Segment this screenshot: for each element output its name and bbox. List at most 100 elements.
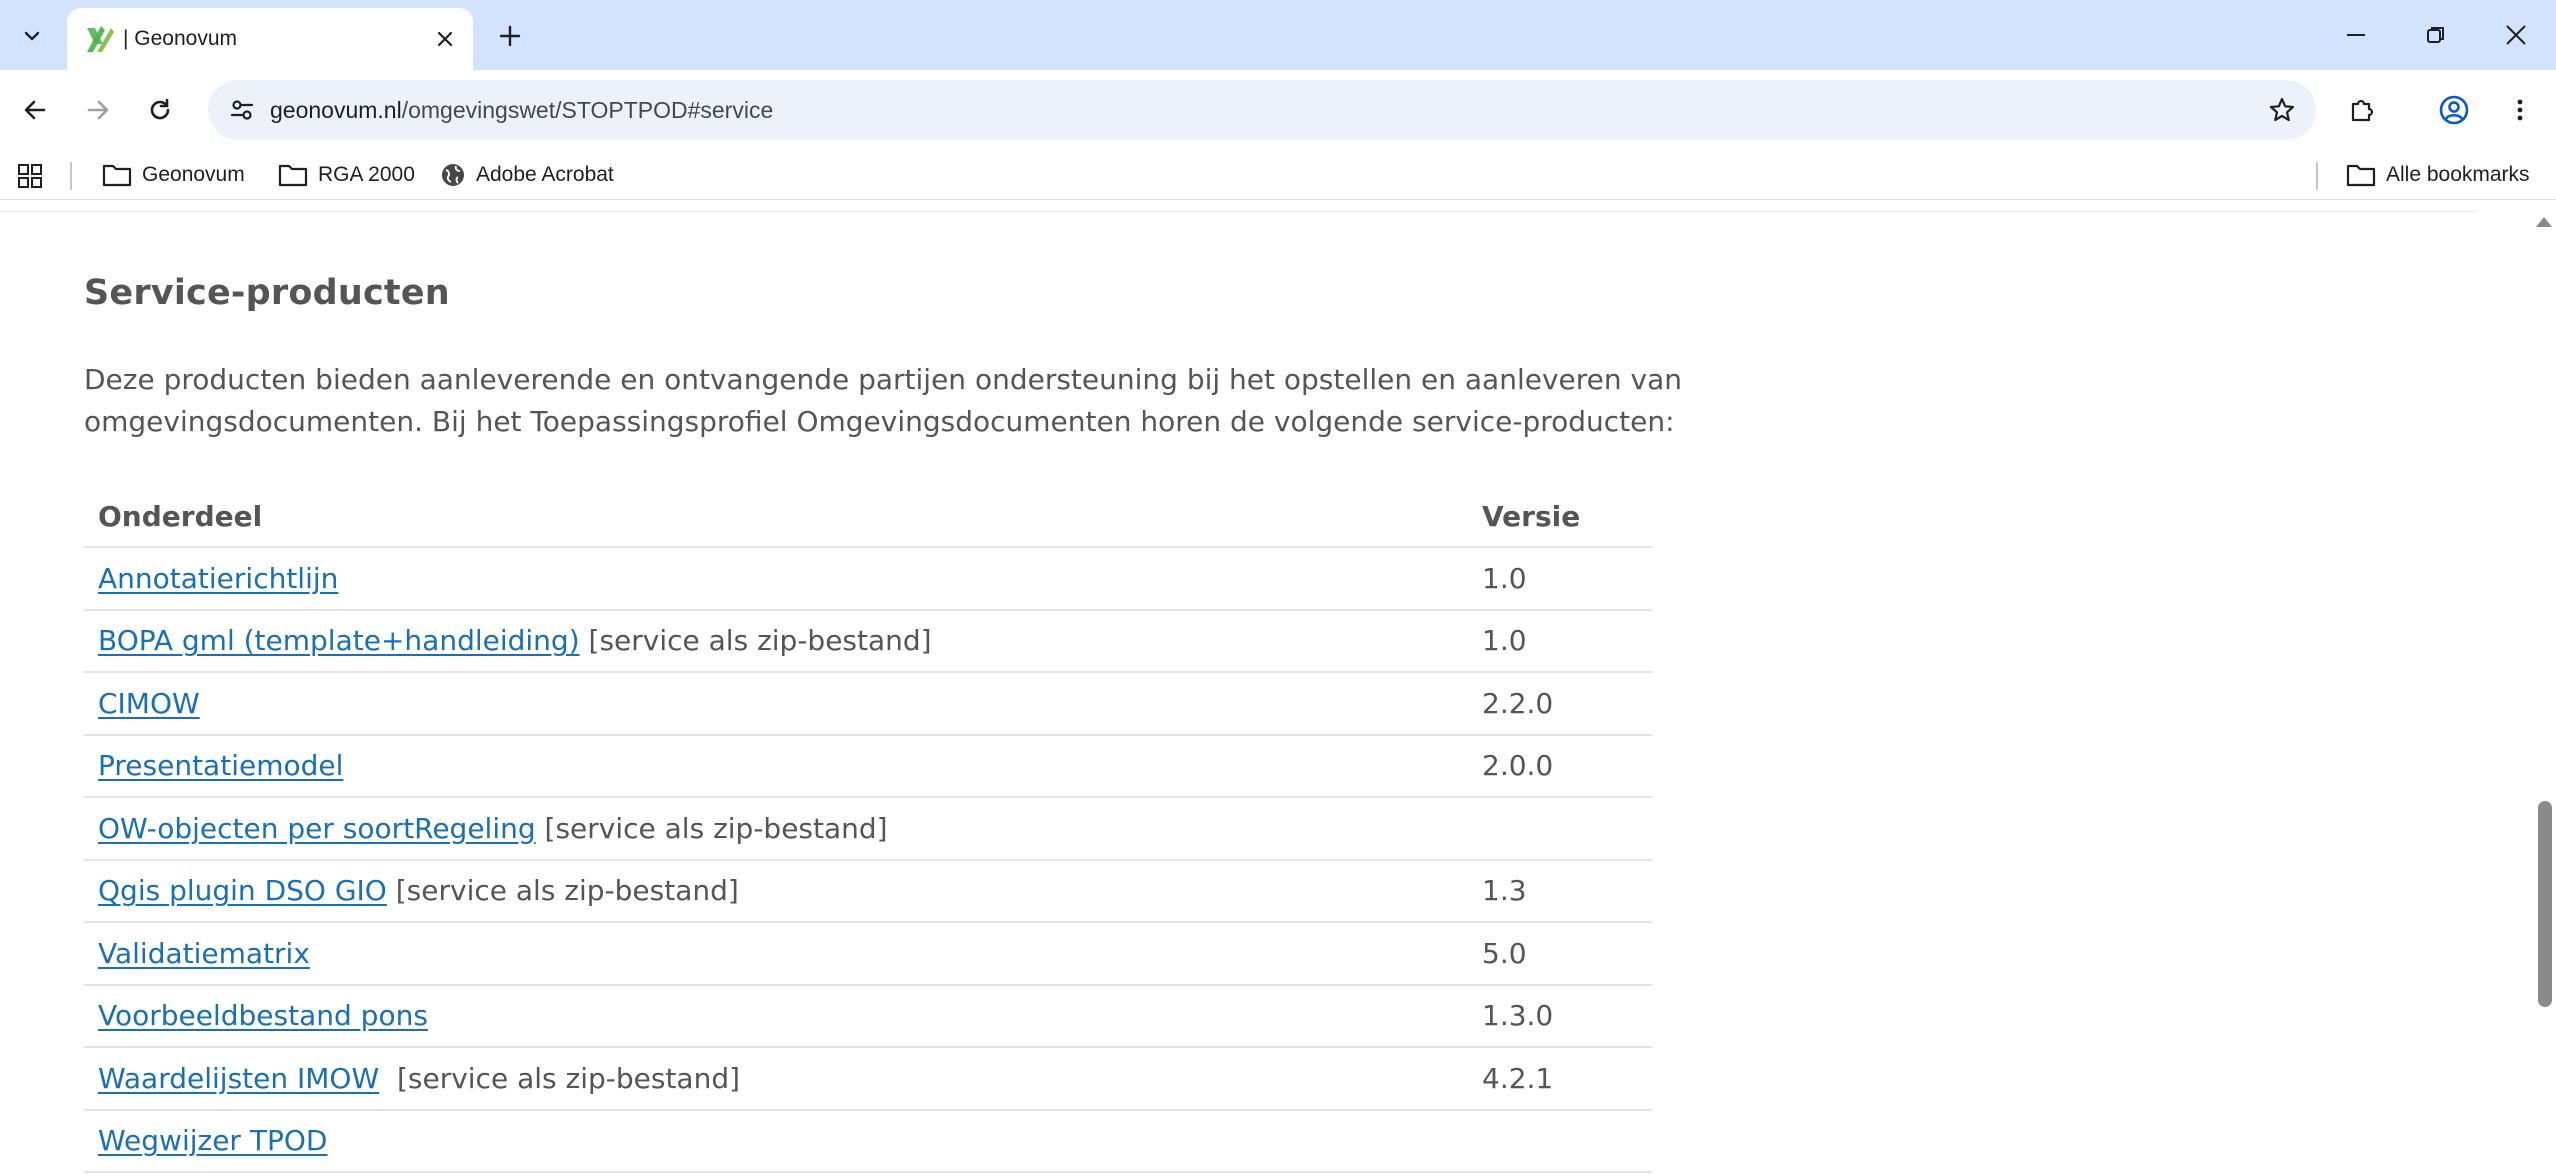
reload-button[interactable] — [136, 86, 184, 134]
tune-icon — [230, 100, 254, 120]
url-host: geonovum.nl — [270, 97, 402, 123]
apps-button[interactable] — [14, 160, 46, 192]
restore-icon — [2427, 27, 2444, 43]
onderdeel-cell: Presentatiemodel — [84, 734, 1468, 798]
new-tab-button[interactable] — [490, 16, 530, 56]
product-note: [service als zip-bestand] — [386, 874, 739, 908]
onderdeel-cell: OW-objecten per soortRegeling [service a… — [84, 797, 1468, 861]
table-row: CIMOW 2.2.0 — [84, 672, 1652, 736]
arrow-right-icon — [87, 100, 109, 120]
folder-icon — [2346, 164, 2376, 187]
reload-icon — [150, 98, 170, 120]
profile-button[interactable] — [2430, 86, 2478, 134]
folder-icon — [278, 164, 308, 187]
star-icon — [2269, 97, 2295, 122]
bookmark-geonovum[interactable]: Geonovum — [94, 156, 253, 194]
table-row: OW-objecten per soortRegeling [service a… — [84, 797, 1652, 861]
version-cell: 2.2.0 — [1468, 672, 1652, 736]
bookmark-adobe-acrobat[interactable]: Adobe Acrobat — [432, 156, 622, 194]
product-note: [service als zip-bestand] — [535, 811, 888, 845]
more-vert-icon — [2517, 99, 2523, 121]
table-row: BOPA gml (template+handleiding) [service… — [84, 609, 1652, 673]
apps-grid-icon — [18, 164, 42, 188]
site-info-button[interactable] — [222, 90, 262, 130]
bookmark-rga-2000[interactable]: RGA 2000 — [270, 156, 423, 194]
chevron-down-icon — [24, 31, 40, 41]
plus-icon — [499, 25, 521, 47]
puzzle-icon — [2351, 99, 2374, 122]
table-row: Wegwijzer TPOD — [84, 1109, 1652, 1173]
active-tab[interactable]: | Geonovum — [67, 8, 473, 70]
bookmark-star-button[interactable] — [2262, 90, 2302, 130]
product-link[interactable]: Waardelijsten IMOW — [98, 1062, 379, 1095]
page-scrollbar[interactable] — [2532, 211, 2556, 1174]
folder-icon — [102, 164, 132, 187]
close-icon — [437, 31, 453, 47]
product-link[interactable]: BOPA gml (template+handleiding) — [98, 624, 580, 657]
table-row: Waardelijsten IMOW [service als zip-best… — [84, 1047, 1652, 1111]
browser-toolbar: geonovum.nl/omgevingswet/STOPTPOD#servic… — [0, 70, 2556, 150]
page-content: Service-producten Deze producten bieden … — [0, 211, 2556, 1174]
intro-paragraph: Deze producten bieden aanleverende en on… — [84, 363, 1683, 438]
tab-close-button[interactable] — [427, 21, 463, 57]
table-row: Annotatierichtlijn 1.0 — [84, 547, 1652, 611]
version-cell: 1.3 — [1468, 859, 1652, 923]
geonovum-favicon-icon — [87, 26, 114, 52]
version-cell: 4.2.1 — [1468, 1047, 1652, 1111]
scroll-up-arrow-icon[interactable] — [2536, 217, 2552, 227]
version-cell: 2.0.0 — [1468, 734, 1652, 798]
arrow-left-icon — [24, 100, 46, 120]
minimize-icon — [2347, 34, 2365, 36]
version-cell: 1.3.0 — [1468, 984, 1652, 1048]
table-row: Presentatiemodel 2.0.0 — [84, 734, 1652, 798]
scrollbar-thumb[interactable] — [2538, 801, 2552, 1007]
url-text[interactable]: geonovum.nl/omgevingswet/STOPTPOD#servic… — [270, 80, 773, 140]
tab-strip: | Geonovum — [0, 0, 2556, 70]
table-row: Qgis plugin DSO GIO [service als zip-bes… — [84, 859, 1652, 923]
service-products-table: Onderdeel Versie Annotatierichtlijn 1.0 … — [84, 487, 1652, 1173]
onderdeel-cell: Annotatierichtlijn — [84, 547, 1468, 611]
all-bookmarks-button[interactable]: Alle bookmarks — [2338, 156, 2538, 194]
back-button[interactable] — [11, 86, 59, 134]
forward-button[interactable] — [74, 86, 122, 134]
divider — [0, 211, 2476, 212]
globe-icon — [442, 164, 464, 186]
product-link[interactable]: Presentatiemodel — [98, 749, 343, 782]
tab-title: | Geonovum — [123, 27, 238, 50]
product-link[interactable]: Voorbeeldbestand pons — [98, 999, 428, 1032]
onderdeel-cell: Voorbeeldbestand pons — [84, 984, 1468, 1048]
bookmarks-divider — [70, 162, 72, 190]
product-link[interactable]: Wegwijzer TPOD — [98, 1124, 327, 1157]
table-header-row: Onderdeel Versie — [84, 487, 1652, 548]
product-link[interactable]: Validatiematrix — [98, 937, 310, 970]
version-cell: 5.0 — [1468, 922, 1652, 986]
close-window-button[interactable] — [2486, 10, 2546, 60]
product-link[interactable]: Qgis plugin DSO GIO — [98, 874, 387, 907]
table-row: Validatiematrix 5.0 — [84, 922, 1652, 986]
tab-search-button[interactable] — [12, 16, 52, 56]
table-row: Voorbeeldbestand pons 1.3.0 — [84, 984, 1652, 1048]
onderdeel-cell: Waardelijsten IMOW [service als zip-best… — [84, 1047, 1468, 1111]
bookmarks-divider — [2316, 162, 2318, 190]
onderdeel-cell: Validatiematrix — [84, 922, 1468, 986]
product-link[interactable]: CIMOW — [98, 687, 200, 720]
column-header-onderdeel: Onderdeel — [84, 487, 1468, 548]
extensions-button[interactable] — [2338, 86, 2386, 134]
product-link[interactable]: Annotatierichtlijn — [98, 562, 338, 595]
bookmark-label: Geonovum — [142, 163, 245, 186]
column-header-versie: Versie — [1468, 487, 1652, 548]
onderdeel-cell: CIMOW — [84, 672, 1468, 736]
account-circle-icon — [2439, 95, 2469, 125]
menu-button[interactable] — [2496, 86, 2544, 134]
onderdeel-cell: Wegwijzer TPOD — [84, 1109, 1468, 1173]
bookmark-label: RGA 2000 — [318, 163, 415, 186]
restore-button[interactable] — [2406, 10, 2466, 60]
address-bar[interactable]: geonovum.nl/omgevingswet/STOPTPOD#servic… — [208, 80, 2316, 140]
product-link[interactable]: OW-objecten per soortRegeling — [98, 812, 536, 845]
bookmark-label: Adobe Acrobat — [476, 163, 614, 186]
bookmarks-bar: Geonovum RGA 2000 Adobe Acrobat Alle boo… — [0, 150, 2556, 200]
minimize-button[interactable] — [2326, 10, 2386, 60]
onderdeel-cell: BOPA gml (template+handleiding) [service… — [84, 609, 1468, 673]
version-cell — [1468, 1109, 1652, 1173]
version-cell — [1468, 797, 1652, 861]
